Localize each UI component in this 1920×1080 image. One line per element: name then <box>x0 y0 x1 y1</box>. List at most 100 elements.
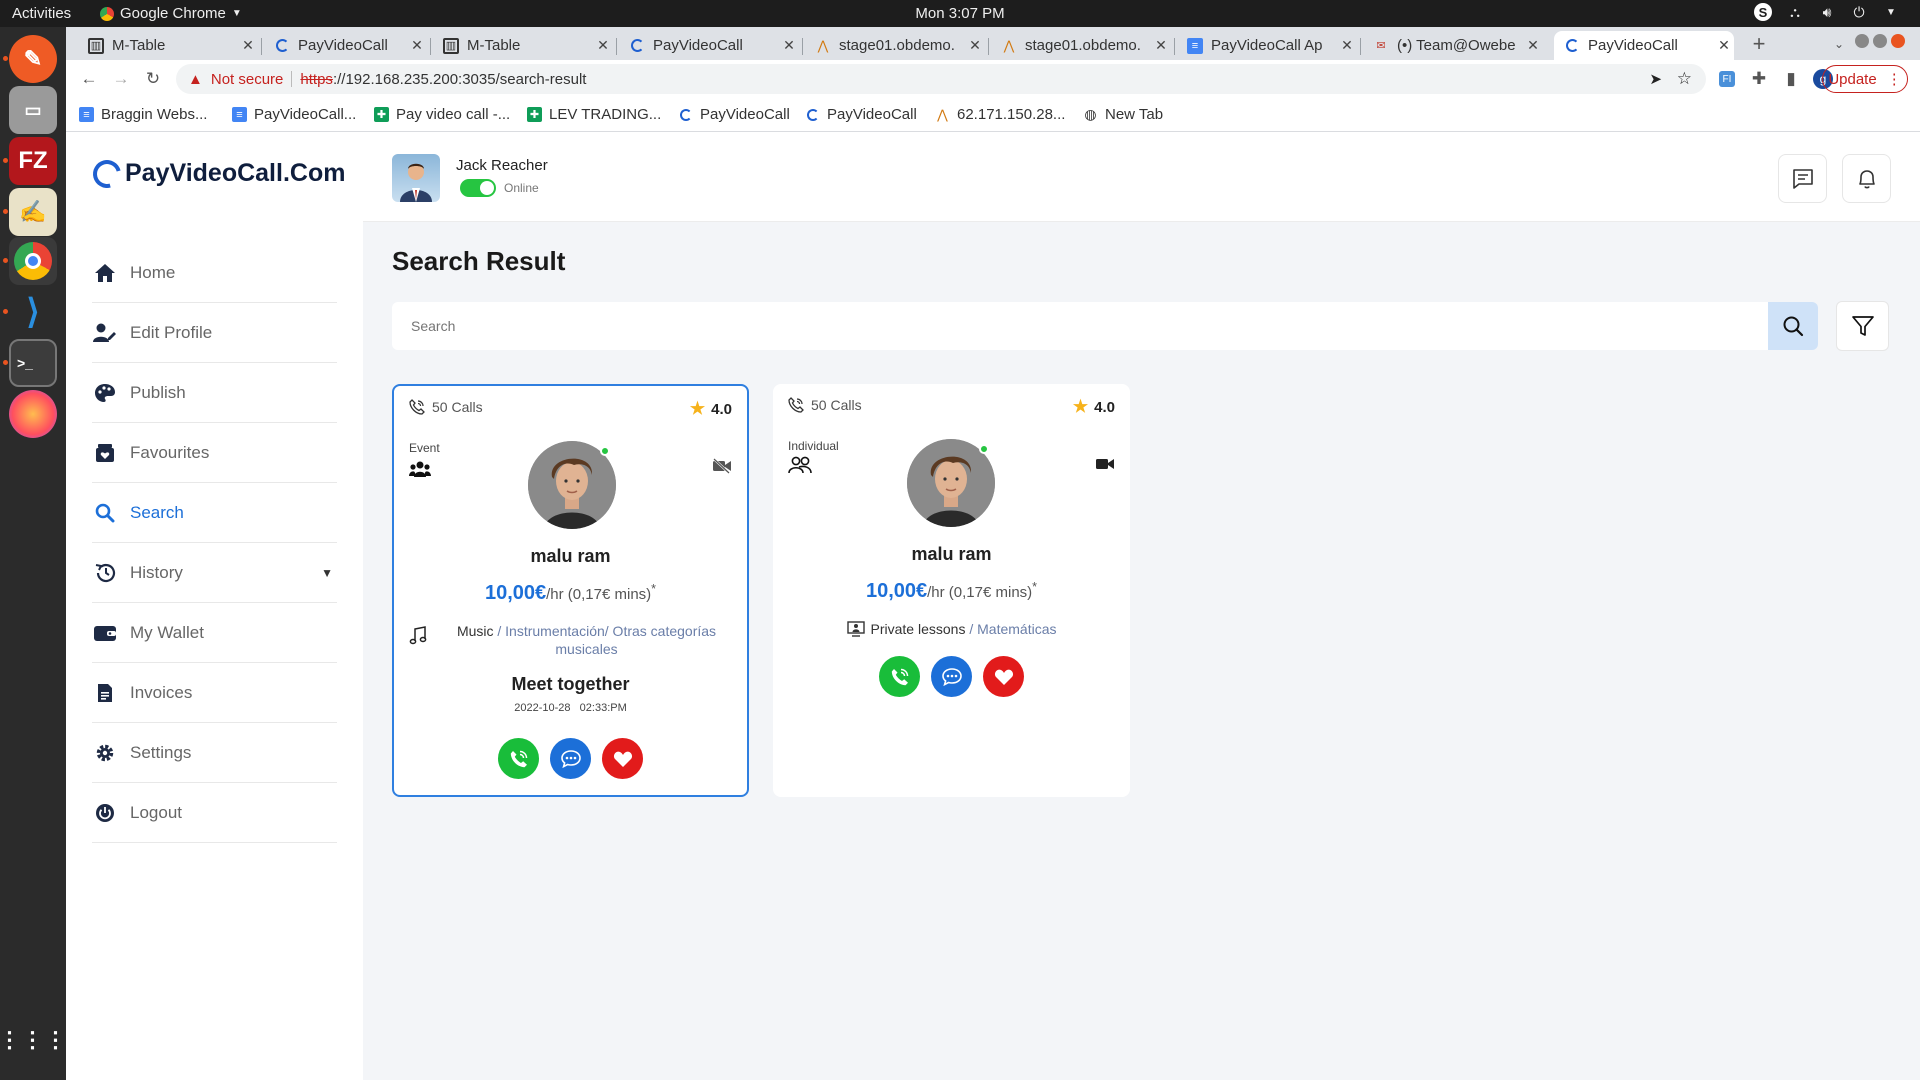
close-tab-icon[interactable]: ✕ <box>1151 37 1171 54</box>
chat-button[interactable] <box>931 656 972 697</box>
sidebar-item-my-wallet[interactable]: My Wallet <box>92 603 337 663</box>
vscode-app-icon[interactable]: ⟩ <box>9 288 57 336</box>
search-input[interactable] <box>392 302 1768 350</box>
palette-icon <box>92 383 118 403</box>
chevron-down-icon[interactable]: ▼ <box>321 566 333 580</box>
close-tab-icon[interactable]: ✕ <box>238 37 258 54</box>
heart-icon <box>994 669 1013 685</box>
maximize-icon[interactable] <box>1873 34 1887 48</box>
close-tab-icon[interactable]: ✕ <box>965 37 985 54</box>
bookmark-item[interactable]: ✚ Pay video call -... <box>374 106 510 123</box>
browser-tab[interactable]: ▥ M-Table ✕ <box>433 31 613 60</box>
sidebar-item-settings[interactable]: Settings <box>92 723 337 783</box>
favourite-button[interactable] <box>983 656 1024 697</box>
minimize-icon[interactable] <box>1855 34 1869 48</box>
close-tab-icon[interactable]: ✕ <box>407 37 427 54</box>
close-window-icon[interactable] <box>1891 34 1905 48</box>
edit-profile-icon <box>92 323 118 343</box>
payvideocall-icon <box>678 107 693 122</box>
sidebar-item-home[interactable]: Home <box>92 243 337 303</box>
send-tab-icon[interactable]: ➤ <box>1649 70 1662 88</box>
phone-calls-icon <box>788 397 804 413</box>
network-icon[interactable]: ⛬ <box>1786 3 1804 21</box>
provider-name[interactable]: malu ram <box>773 544 1130 565</box>
terminal-app-icon[interactable]: >_ <box>9 339 57 387</box>
close-tab-icon[interactable]: ✕ <box>1337 37 1357 54</box>
bookmark-star-icon[interactable]: ☆ <box>1677 69 1692 89</box>
browser-tab[interactable]: ✉ (•) Team@Owebe ✕ <box>1363 31 1543 60</box>
provider-name[interactable]: malu ram <box>394 546 747 567</box>
search-button[interactable] <box>1768 302 1818 350</box>
new-tab-button[interactable]: + <box>1746 31 1772 57</box>
filter-button[interactable] <box>1836 301 1889 351</box>
side-panel-icon[interactable]: ▮ <box>1778 66 1804 92</box>
rating: ★ 4.0 <box>689 399 732 418</box>
call-button[interactable] <box>879 656 920 697</box>
browser-tab[interactable]: PayVideoCall ✕ <box>619 31 799 60</box>
filezilla-app-icon[interactable]: FZ <box>9 137 57 185</box>
price-footnote-mark: * <box>651 582 657 596</box>
user-avatar[interactable] <box>392 154 440 202</box>
favourite-button[interactable] <box>602 738 643 779</box>
close-tab-icon[interactable]: ✕ <box>1523 37 1543 54</box>
gear-icon <box>92 742 118 764</box>
address-bar[interactable]: ▲ Not secure https ://192.168.235.200:30… <box>176 64 1706 94</box>
meeting-title: Meet together <box>511 674 630 694</box>
files-app-icon[interactable]: ▭ <box>9 86 57 134</box>
browser-tab[interactable]: PayVideoCall ✕ <box>264 31 427 60</box>
sidebar-item-logout[interactable]: Logout <box>92 783 337 843</box>
caret-down-icon[interactable]: ▼ <box>1882 3 1900 21</box>
back-icon[interactable]: ← <box>76 66 102 92</box>
close-tab-icon[interactable]: ✕ <box>779 37 799 54</box>
notifications-button[interactable] <box>1842 154 1891 203</box>
bookmark-item[interactable]: PayVideoCall <box>678 106 790 123</box>
sidebar-item-favourites[interactable]: Favourites <box>92 423 337 483</box>
sidebar-item-edit-profile[interactable]: Edit Profile <box>92 303 337 363</box>
clock[interactable]: Mon 3:07 PM <box>0 5 1920 22</box>
show-apps-icon[interactable]: ⋮⋮⋮ <box>0 1016 67 1064</box>
reload-icon[interactable]: ↻ <box>140 66 166 92</box>
sidebar-item-invoices[interactable]: Invoices <box>92 663 337 723</box>
chat-button[interactable] <box>550 738 591 779</box>
update-button[interactable]: Update ⋮ <box>1822 65 1908 93</box>
message-icon <box>1792 168 1813 189</box>
messages-button[interactable] <box>1778 154 1827 203</box>
close-tab-icon[interactable]: ✕ <box>593 37 613 54</box>
logo[interactable]: PayVideoCall.Com <box>87 154 345 193</box>
browser-tab[interactable]: ⋀ stage01.obdemo. ✕ <box>805 31 985 60</box>
bookmark-item[interactable]: PayVideoCall <box>805 106 917 123</box>
power-menu-icon[interactable]: ⏻ <box>1850 3 1868 21</box>
online-status-toggle[interactable] <box>460 179 496 197</box>
call-button[interactable] <box>498 738 539 779</box>
firefox-app-icon[interactable] <box>9 390 57 438</box>
browser-tab[interactable]: ≡ PayVideoCall Ap ✕ <box>1177 31 1357 60</box>
skype-icon[interactable]: S <box>1754 3 1772 21</box>
payvideocall-icon <box>274 38 290 54</box>
text-editor-app-icon[interactable]: ✍ <box>9 188 57 236</box>
bookmark-item[interactable]: ≡ Braggin Webs... <box>79 106 207 123</box>
bookmark-item[interactable]: ≡ PayVideoCall... <box>232 106 356 123</box>
sidebar-item-history[interactable]: History ▼ <box>92 543 337 603</box>
tab-search-icon[interactable]: ⌄ <box>1826 31 1852 57</box>
sidebar-item-search[interactable]: Search <box>92 483 337 543</box>
security-label[interactable]: Not secure <box>211 71 284 88</box>
browser-tab[interactable]: ▥ M-Table ✕ <box>78 31 258 60</box>
system-tray[interactable]: S ⛬ 🔊︎ ⏻ ▼ <box>1754 3 1900 21</box>
chrome-app-icon[interactable] <box>9 237 57 285</box>
extensions-puzzle-icon[interactable]: ✚ <box>1746 66 1772 92</box>
video-off-icon <box>712 458 732 479</box>
volume-icon[interactable]: 🔊︎ <box>1818 3 1836 21</box>
postman-app-icon[interactable]: ✎ <box>9 35 57 83</box>
browser-tab-active[interactable]: PayVideoCall ✕ <box>1554 31 1734 60</box>
bookmark-item[interactable]: ⋀ 62.171.150.28... <box>935 106 1065 123</box>
extension-translate-icon[interactable]: FI <box>1714 66 1740 92</box>
forward-icon[interactable]: → <box>108 66 134 92</box>
browser-tab[interactable]: ⋀ stage01.obdemo. ✕ <box>991 31 1171 60</box>
bookmark-item[interactable]: ◍ New Tab <box>1083 106 1163 123</box>
user-status-label: Online <box>504 181 539 195</box>
close-tab-icon[interactable]: ✕ <box>1714 37 1734 54</box>
sidebar-item-publish[interactable]: Publish <box>92 363 337 423</box>
result-card[interactable]: 50 Calls ★ 4.0 Event malu ram 10,00€/hr … <box>392 384 749 797</box>
bookmark-item[interactable]: ✚ LEV TRADING... <box>527 106 661 123</box>
result-card[interactable]: 50 Calls ★ 4.0 Individual malu ram 10,00… <box>773 384 1130 797</box>
